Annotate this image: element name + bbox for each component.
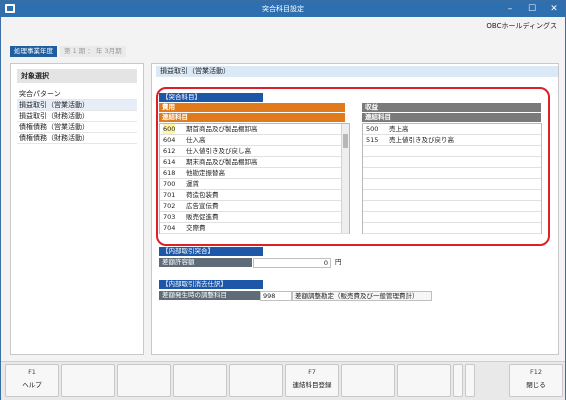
- target-selection-panel: 対象選択 突合パターン 損益取引（営業活動） 損益取引（財務活動） 債権債務（営…: [10, 63, 144, 355]
- table-row[interactable]: 700 運賃: [160, 179, 349, 190]
- company-name: OBCホールディングス: [486, 22, 557, 30]
- app-window: 突合科目設定 – ☐ ✕ OBCホールディングス 処理事業年度第 1 期 ： 年…: [0, 0, 566, 400]
- function-key-bar: F1 ヘルプ F7 連結科目登録 F12 閉じる: [1, 361, 565, 400]
- table-row[interactable]: [363, 201, 541, 212]
- help-button[interactable]: F1 ヘルプ: [5, 364, 59, 397]
- table-row[interactable]: 618 他勘定振替高: [160, 168, 349, 179]
- expense-account-grid: 600 期首商品及び製品棚卸高 604 仕入高 612 仕入値引き及び戻し高 614 期…: [159, 123, 350, 234]
- fiscal-period: 処理事業年度第 1 期 ： 年 3月期: [10, 46, 126, 57]
- account-name: 広告宣伝費: [186, 202, 219, 210]
- close-window-button[interactable]: ✕: [543, 1, 565, 17]
- table-row[interactable]: [363, 179, 541, 190]
- fkey-button-2[interactable]: [61, 364, 115, 397]
- match-accounts-header: 【突合科目】: [159, 93, 263, 102]
- minimize-button[interactable]: –: [499, 1, 521, 17]
- register-account-button[interactable]: F7 連結科目登録: [285, 364, 339, 397]
- table-row[interactable]: 500 売上高: [363, 124, 541, 135]
- account-name: 運賃: [186, 180, 199, 188]
- account-code: 704: [163, 224, 176, 232]
- fkey-button-10[interactable]: [465, 364, 475, 397]
- main-panel: 損益取引（営業活動） 【突合科目】 費用 連結科目 600 期首商品及び製品棚卸高…: [151, 63, 559, 355]
- fkey-label: F12: [529, 368, 542, 376]
- revenue-account-grid: 500 売上高 515 売上値引き及び戻り高: [362, 123, 542, 234]
- list-item-pl-operating[interactable]: 損益取引（営業活動）: [17, 100, 137, 111]
- account-name: 交際費: [186, 224, 206, 232]
- table-row[interactable]: [363, 223, 541, 234]
- account-code: 500: [366, 125, 379, 133]
- table-row[interactable]: [363, 168, 541, 179]
- maximize-button[interactable]: ☐: [521, 1, 543, 17]
- fkey-button-3[interactable]: [117, 364, 171, 397]
- table-row[interactable]: 614 期末商品及び製品棚卸高: [160, 157, 349, 168]
- window-title: 突合科目設定: [262, 5, 304, 13]
- account-code: 703: [163, 213, 176, 221]
- account-code: 604: [163, 136, 176, 144]
- account-name: 仕入高: [186, 136, 206, 144]
- account-code: 618: [163, 169, 176, 177]
- fkey-label: F1: [28, 368, 36, 376]
- expense-scrollbar[interactable]: [341, 124, 349, 233]
- table-row[interactable]: 600 期首商品及び製品棚卸高: [160, 124, 349, 135]
- section-title: 損益取引（営業活動）: [156, 66, 558, 77]
- target-list: 突合パターン 損益取引（営業活動） 損益取引（財務活動） 債権債務（営業活動） …: [17, 89, 137, 144]
- account-code: 701: [163, 191, 176, 199]
- fiscal-period-label: 処理事業年度: [10, 46, 57, 57]
- list-item-bs-operating[interactable]: 債権債務（営業活動）: [17, 122, 137, 133]
- account-name: 荷造包装費: [186, 191, 219, 199]
- table-row[interactable]: [363, 212, 541, 223]
- scrollbar-thumb[interactable]: [343, 134, 348, 148]
- account-code: 614: [163, 158, 176, 166]
- account-code: 700: [163, 180, 176, 188]
- internal-elimination-header: 【内部取引消去仕訳】: [159, 280, 263, 289]
- account-name: 期末商品及び製品棚卸高: [186, 158, 258, 166]
- table-row[interactable]: 704 交際費: [160, 223, 349, 234]
- table-row[interactable]: 701 荷造包装費: [160, 190, 349, 201]
- account-code: 600: [163, 124, 176, 134]
- list-item-pl-financing[interactable]: 損益取引（財務活動）: [17, 111, 137, 122]
- tolerance-input[interactable]: 0: [253, 258, 331, 268]
- account-code: 612: [163, 147, 176, 155]
- list-item-match-pattern[interactable]: 突合パターン: [17, 89, 137, 100]
- fiscal-period-value: 第 1 期 ： 年 3月期: [60, 46, 126, 57]
- fkey-button-8[interactable]: [397, 364, 451, 397]
- fkey-caption: 連結科目登録: [292, 381, 332, 389]
- account-code: 515: [366, 136, 379, 144]
- account-name: 販売促進費: [186, 213, 219, 221]
- internal-match-header: 【内部取引突合】: [159, 247, 263, 256]
- table-row[interactable]: [363, 190, 541, 201]
- target-selection-header: 対象選択: [17, 69, 137, 83]
- account-name: 期首商品及び製品棚卸高: [186, 125, 258, 133]
- fkey-button-7[interactable]: [341, 364, 395, 397]
- expense-subheader: 連結科目: [159, 113, 345, 122]
- fkey-button-9[interactable]: [453, 364, 463, 397]
- tolerance-label: 差額許容額: [159, 258, 252, 267]
- tolerance-unit: 円: [335, 258, 342, 266]
- account-code: 702: [163, 202, 176, 210]
- table-row[interactable]: 604 仕入高: [160, 135, 349, 146]
- table-row[interactable]: 515 売上値引き及び戻り高: [363, 135, 541, 146]
- adjustment-account-code[interactable]: 998: [260, 291, 292, 301]
- account-name: 他勘定振替高: [186, 169, 225, 177]
- fkey-caption: ヘルプ: [22, 381, 42, 389]
- table-row[interactable]: [363, 146, 541, 157]
- table-row[interactable]: [363, 157, 541, 168]
- expense-header: 費用: [159, 103, 345, 112]
- title-bar: 突合科目設定 – ☐ ✕: [1, 1, 565, 17]
- adjustment-account-label: 差額発生時の調整科目: [159, 291, 260, 300]
- account-name: 仕入値引き及び戻し高: [186, 147, 251, 155]
- table-row[interactable]: 702 広告宣伝費: [160, 201, 349, 212]
- revenue-subheader: 連結科目: [362, 113, 541, 122]
- fkey-caption: 閉じる: [526, 381, 546, 389]
- close-button[interactable]: F12 閉じる: [509, 364, 563, 397]
- fkey-button-4[interactable]: [173, 364, 227, 397]
- table-row[interactable]: 703 販売促進費: [160, 212, 349, 223]
- fkey-label: F7: [308, 368, 316, 376]
- list-item-bs-financing[interactable]: 債権債務（財務活動）: [17, 133, 137, 144]
- fkey-button-5[interactable]: [229, 364, 283, 397]
- revenue-header: 収益: [362, 103, 541, 112]
- adjustment-account-name: 差額調整勘定（販売費及び一般管理費計）: [292, 291, 432, 301]
- account-name: 売上高: [389, 125, 409, 133]
- table-row[interactable]: 612 仕入値引き及び戻し高: [160, 146, 349, 157]
- account-name: 売上値引き及び戻り高: [389, 136, 454, 144]
